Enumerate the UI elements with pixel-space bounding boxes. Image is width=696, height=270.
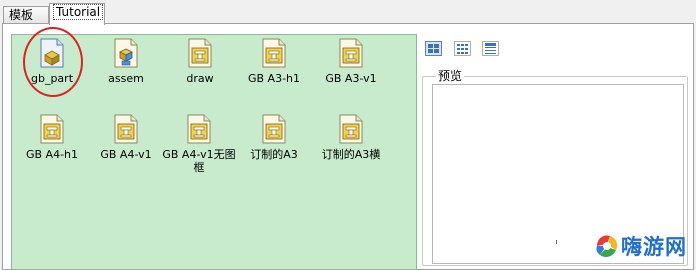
list-view-button[interactable] [454,41,471,56]
preview-title: 预览 [436,69,465,83]
tab-tutorial[interactable]: Tutorial [49,3,105,25]
watermark-text: 嗨游网 [621,235,687,259]
drawing-icon [40,114,64,144]
drawing-icon [188,38,212,68]
template-label: gb_part [30,72,74,85]
template-item-gb-a4-h1[interactable]: GB A4-h1 [15,114,89,161]
details-view-button[interactable] [482,41,499,56]
template-item-gb-a4-v1-no-frame[interactable]: GB A4-v1无图框 [162,114,236,174]
list-view-icon [457,44,468,54]
template-label: GB A3-v1 [325,72,377,85]
template-item-custom-a3[interactable]: 订制的A3 [237,114,311,161]
drawing-icon [262,38,286,68]
tab-strip: 模板 Tutorial [0,0,696,25]
assembly-icon [114,38,138,68]
template-label: 订制的A3 [250,148,298,161]
large-icons-view-button[interactable] [425,41,442,56]
drawing-icon [114,114,138,144]
tab-templates[interactable]: 模板 [3,6,49,23]
drawing-icon [262,114,286,144]
template-item-gb-part[interactable]: gb_part [15,38,89,85]
template-label: 订制的A3横 [321,148,381,161]
template-label: GB A4-h1 [25,148,79,161]
large-icons-view-icon [428,44,439,53]
template-label: GB A4-v1 [100,148,152,161]
template-label: assem [108,72,144,85]
drawing-icon [187,114,211,144]
watermark-logo-icon [596,235,618,258]
drawing-icon [339,38,363,68]
template-item-draw[interactable]: draw [163,38,237,85]
tab-tutorial-label: Tutorial [53,4,104,20]
template-item-custom-a3-landscape[interactable]: 订制的A3横 [314,114,388,161]
template-label: GB A4-v1无图框 [162,148,236,174]
preview-mark [556,240,557,244]
drawing-icon [339,114,363,144]
template-label: draw [186,72,214,85]
template-label: GB A3-h1 [247,72,301,85]
part-icon [40,38,64,68]
details-view-icon [485,43,496,54]
tab-templates-label: 模板 [9,8,34,22]
template-item-gb-a4-v1[interactable]: GB A4-v1 [89,114,163,161]
template-item-assem[interactable]: assem [89,38,163,85]
template-item-gb-a3-v1[interactable]: GB A3-v1 [314,38,388,85]
template-item-gb-a3-h1[interactable]: GB A3-h1 [237,38,311,85]
